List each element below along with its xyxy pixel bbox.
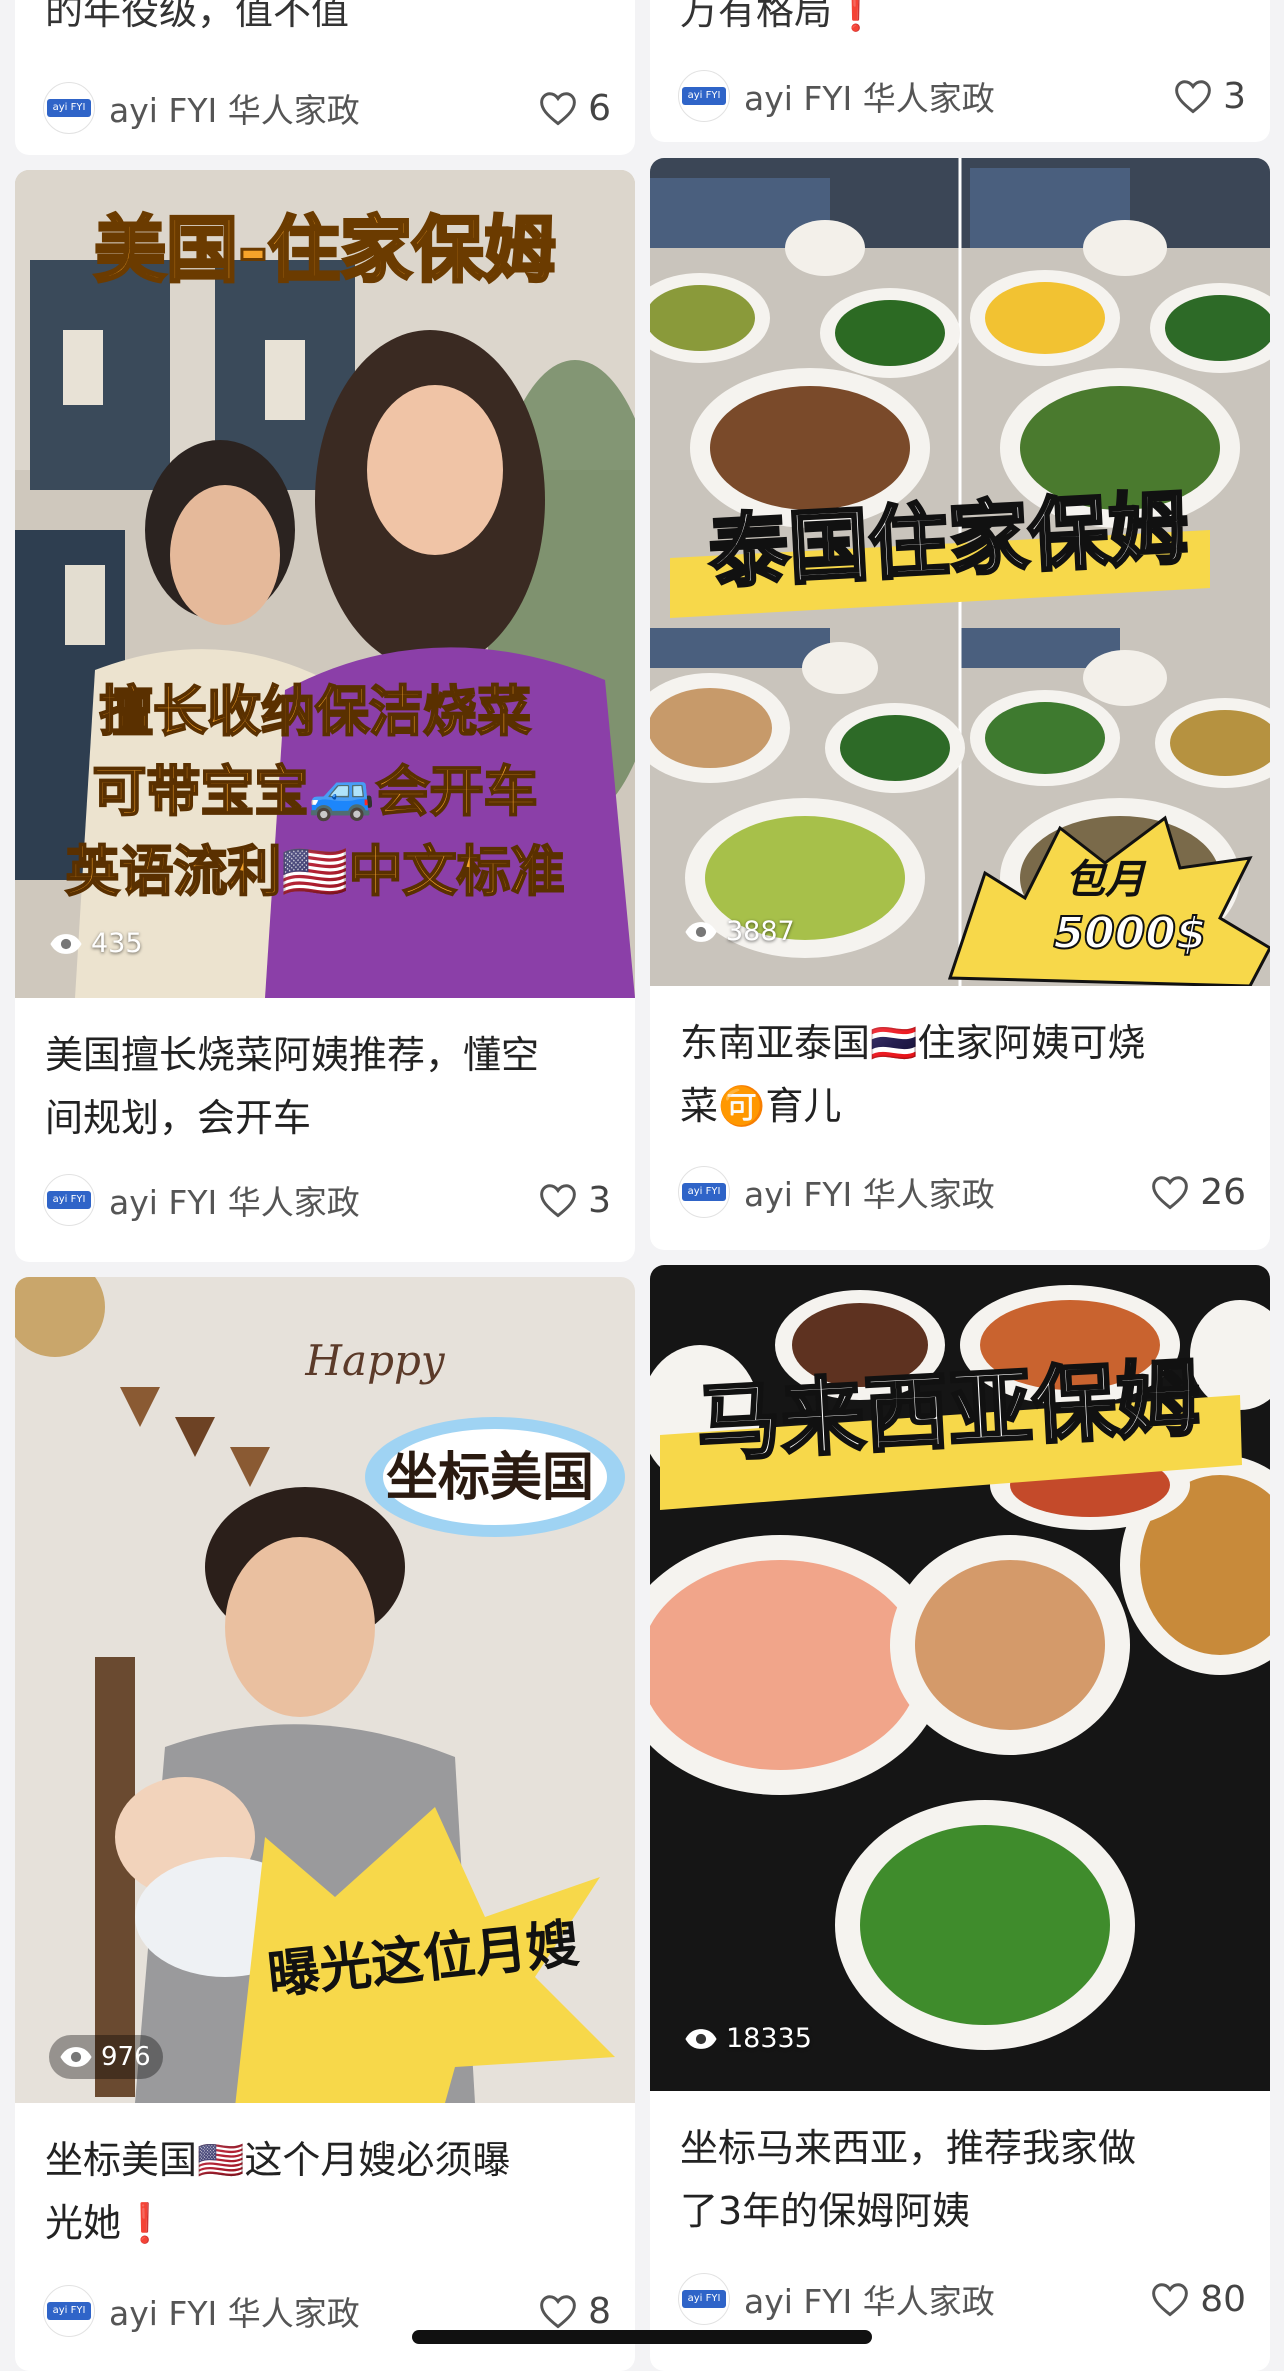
note-card[interactable]: 马来西亚保姆 18335 坐标马来西亚，推荐我家做 了3年的保姆阿姨 ayi F… — [650, 1265, 1270, 2371]
author-avatar[interactable]: ayi FYI — [43, 1174, 95, 1226]
like-count: 6 — [588, 87, 611, 129]
note-title[interactable]: 坐标马来西亚，推荐我家做 了3年的保姆阿姨 — [680, 2117, 1244, 2243]
cover-burst-line: 5000$ — [1053, 908, 1206, 959]
view-count: 18335 — [684, 2023, 812, 2054]
author-name[interactable]: ayi FYI 华人家政 — [109, 1176, 538, 1224]
like-count: 8 — [588, 2290, 611, 2332]
author-avatar[interactable]: ayi FYI — [678, 1166, 730, 1218]
author-row[interactable]: ayi FYI ayi FYI 华人家政 3 — [43, 1170, 611, 1230]
home-indicator[interactable] — [412, 2330, 872, 2344]
like-button[interactable]: 3 — [538, 1180, 611, 1221]
like-button[interactable]: 6 — [538, 88, 611, 129]
note-cover-image[interactable]: 马来西亚保姆 18335 — [650, 1265, 1270, 2091]
author-name[interactable]: ayi FYI 华人家政 — [744, 1168, 1150, 1216]
author-name[interactable]: ayi FYI 华人家政 — [109, 2287, 538, 2335]
cover-line: 擅长收纳保洁烧菜 — [99, 680, 531, 743]
note-card[interactable]: 美国-住家保姆 擅长收纳保洁烧菜 可带宝宝🚙会开车 英语流利🇺🇸中文标准 435… — [15, 170, 635, 1262]
author-row[interactable]: ayi FYI ayi FYI 华人家政 6 — [43, 78, 611, 138]
eye-icon — [50, 933, 82, 954]
like-button[interactable]: 3 — [1173, 76, 1246, 117]
heart-outline-icon — [540, 1184, 576, 1218]
author-avatar[interactable]: ayi FYI — [43, 2285, 95, 2337]
view-count-value: 976 — [101, 2042, 151, 2072]
heart-outline-icon — [540, 92, 576, 126]
avatar-badge: ayi FYI — [47, 99, 91, 117]
note-cover-image[interactable]: Happy 坐标美国 曝光这位月嫂 976 — [15, 1277, 635, 2103]
note-title-line: 东南亚泰国🇹🇭住家阿姨可烧 — [680, 1021, 1146, 1065]
note-title-line: 了3年的保姆阿姨 — [680, 2189, 971, 2233]
view-count-value: 18335 — [726, 2023, 812, 2054]
note-title: 的年役级，值不值 — [45, 0, 350, 33]
note-card[interactable]: 万有格局❗ ayi FYI ayi FYI 华人家政 3 — [650, 0, 1270, 142]
cover-line: 可带宝宝🚙会开车 — [92, 760, 537, 824]
note-title[interactable]: 坐标美国🇺🇸这个月嫂必须曝 光她❗ — [45, 2129, 609, 2255]
note-card[interactable]: Happy 坐标美国 曝光这位月嫂 976 坐标美国🇺🇸这个月嫂必须曝 光她❗ … — [15, 1277, 635, 2371]
author-row[interactable]: ayi FYI ayi FYI 华人家政 80 — [678, 2269, 1246, 2329]
avatar-badge: ayi FYI — [682, 2290, 726, 2308]
eye-icon — [685, 2028, 717, 2049]
like-button[interactable]: 80 — [1150, 2279, 1246, 2320]
heart-outline-icon — [1152, 1176, 1189, 1210]
note-title: 万有格局❗ — [680, 0, 880, 33]
author-avatar[interactable]: ayi FYI — [678, 2273, 730, 2325]
author-row[interactable]: ayi FYI ayi FYI 华人家政 3 — [678, 66, 1246, 126]
note-cover-image[interactable]: 美国-住家保姆 擅长收纳保洁烧菜 可带宝宝🚙会开车 英语流利🇺🇸中文标准 435 — [15, 170, 635, 998]
note-title-line: 坐标美国🇺🇸这个月嫂必须曝 — [45, 2138, 511, 2182]
avatar-badge: ayi FYI — [47, 2302, 91, 2320]
note-title-line: 光她❗ — [45, 2201, 169, 2245]
heart-outline-icon — [1152, 2283, 1189, 2317]
note-title-line: 坐标马来西亚，推荐我家做 — [680, 2126, 1137, 2170]
heart-outline-icon — [1175, 80, 1211, 114]
like-button[interactable]: 8 — [538, 2291, 611, 2332]
note-title-line: 美国擅长烧菜阿姨推荐，懂空 — [45, 1033, 540, 1077]
like-count: 3 — [1223, 75, 1246, 117]
note-title[interactable]: 美国擅长烧菜阿姨推荐，懂空 间规划，会开车 — [45, 1024, 609, 1150]
like-count: 3 — [588, 1179, 611, 1221]
author-avatar[interactable]: ayi FYI — [43, 82, 95, 134]
avatar-badge: ayi FYI — [682, 1183, 726, 1201]
eye-icon — [60, 2047, 92, 2067]
author-name[interactable]: ayi FYI 华人家政 — [109, 84, 538, 132]
view-count-value: 435 — [91, 928, 143, 959]
view-count: 976 — [49, 2035, 163, 2079]
view-count: 435 — [49, 928, 143, 959]
note-title-line: 菜🉑育儿 — [680, 1084, 842, 1128]
note-title[interactable]: 东南亚泰国🇹🇭住家阿姨可烧 菜🉑育儿 — [680, 1012, 1244, 1138]
author-name[interactable]: ayi FYI 华人家政 — [744, 72, 1173, 120]
cover-burst-line: 包月 — [1065, 857, 1147, 903]
note-card[interactable]: 泰国住家保姆 包月 5000$ 3887 东南亚泰国🇹🇭住家阿姨可烧 菜🉑育儿 … — [650, 158, 1270, 1250]
cover-headline: 美国-住家保姆 — [94, 208, 556, 292]
cover-line: 英语流利🇺🇸中文标准 — [65, 840, 564, 903]
like-button[interactable]: 26 — [1150, 1172, 1246, 1213]
view-count: 3887 — [684, 916, 795, 947]
note-title-line: 间规划，会开车 — [45, 1096, 312, 1140]
like-count: 80 — [1200, 2278, 1246, 2320]
cover-happy-text: Happy — [304, 1336, 445, 1385]
avatar-badge: ayi FYI — [47, 1191, 91, 1209]
author-row[interactable]: ayi FYI ayi FYI 华人家政 26 — [678, 1162, 1246, 1222]
view-count-value: 3887 — [726, 916, 795, 947]
like-count: 26 — [1200, 1171, 1246, 1213]
avatar-badge: ayi FYI — [682, 87, 726, 105]
note-cover-image[interactable]: 泰国住家保姆 包月 5000$ 3887 — [650, 158, 1270, 986]
author-name[interactable]: ayi FYI 华人家政 — [744, 2275, 1150, 2323]
author-avatar[interactable]: ayi FYI — [678, 70, 730, 122]
cover-tag: 坐标美国 — [386, 1448, 594, 1508]
heart-outline-icon — [540, 2295, 576, 2329]
eye-icon — [685, 921, 717, 942]
note-card[interactable]: 的年役级，值不值 ayi FYI ayi FYI 华人家政 6 — [15, 0, 635, 155]
